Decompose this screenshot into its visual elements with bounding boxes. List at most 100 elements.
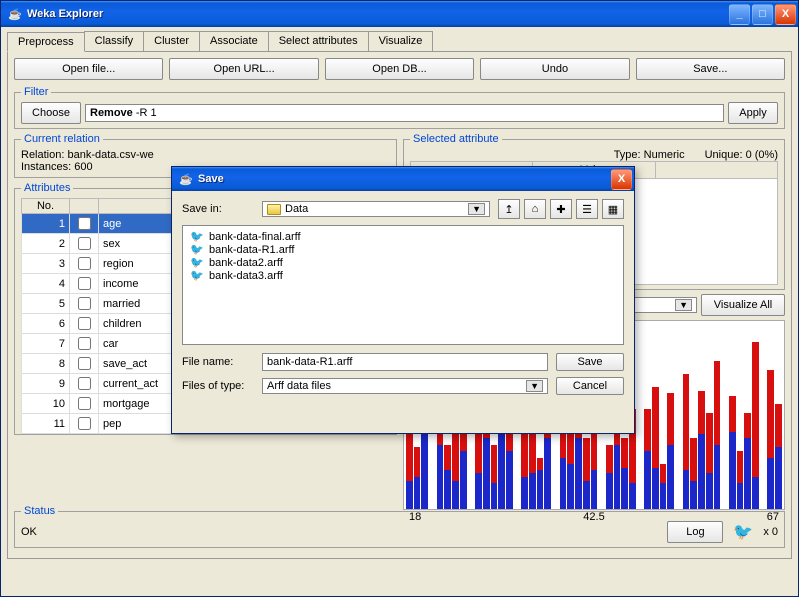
attr-checkbox-cell	[70, 294, 99, 314]
attr-checkbox-cell	[70, 234, 99, 254]
chevron-down-icon: ▼	[526, 380, 543, 392]
status-area: Status OK Log 🐦 x 0	[14, 505, 785, 552]
list-view-button[interactable]: ☰	[576, 199, 598, 219]
attr-no: 5	[22, 294, 70, 314]
tab-associate[interactable]: Associate	[199, 31, 269, 51]
log-button[interactable]: Log	[667, 521, 723, 543]
dialog-close-button[interactable]: X	[611, 169, 632, 190]
undo-button[interactable]: Undo	[480, 58, 629, 80]
tab-cluster[interactable]: Cluster	[143, 31, 200, 51]
attr-checkbox[interactable]	[78, 377, 91, 390]
status-legend: Status	[21, 505, 58, 517]
histogram-bar	[752, 342, 759, 509]
home-button[interactable]: ⌂	[524, 199, 546, 219]
attr-no: 6	[22, 314, 70, 334]
dialog-icon-bar: ↥ ⌂ ✚ ☰ ▦	[498, 199, 624, 219]
main-titlebar: ☕ Weka Explorer _ □ X	[1, 1, 798, 27]
histogram-bar	[652, 387, 659, 509]
attr-checkbox[interactable]	[78, 337, 91, 350]
attr-checkbox-cell	[70, 214, 99, 234]
new-folder-button[interactable]: ✚	[550, 199, 572, 219]
attr-checkbox[interactable]	[78, 397, 91, 410]
dialog-save-button[interactable]: Save	[556, 353, 624, 371]
tab-select-attributes[interactable]: Select attributes	[268, 31, 369, 51]
attributes-legend: Attributes	[21, 182, 73, 194]
file-item-label: bank-data-R1.arff	[209, 244, 294, 256]
attr-checkbox[interactable]	[78, 217, 91, 230]
minimize-button[interactable]: _	[729, 4, 750, 25]
attr-checkbox[interactable]	[78, 257, 91, 270]
tab-visualize[interactable]: Visualize	[368, 31, 434, 51]
save-in-label: Save in:	[182, 203, 254, 215]
histogram-bar	[744, 413, 751, 509]
visualize-all-button[interactable]: Visualize All	[701, 294, 785, 316]
col-check	[70, 199, 99, 214]
attr-checkbox-cell	[70, 414, 99, 434]
open-db-button[interactable]: Open DB...	[325, 58, 474, 80]
chevron-down-icon: ▼	[675, 299, 692, 311]
histogram-bar	[475, 434, 482, 509]
attr-no: 10	[22, 394, 70, 414]
up-folder-icon: ↥	[504, 203, 513, 216]
maximize-button[interactable]: □	[752, 4, 773, 25]
arff-file-icon: 🐦	[189, 256, 205, 269]
attr-no: 3	[22, 254, 70, 274]
tab-classify[interactable]: Classify	[84, 31, 145, 51]
attr-no: 2	[22, 234, 70, 254]
attr-checkbox-cell	[70, 374, 99, 394]
action-button-row: Open file... Open URL... Open DB... Undo…	[14, 58, 785, 80]
attr-checkbox[interactable]	[78, 357, 91, 370]
close-button[interactable]: X	[775, 4, 796, 25]
status-count: x 0	[763, 526, 778, 538]
dialog-body: Save in: Data ▼ ↥ ⌂ ✚ ☰ ▦ 🐦bank-data-fin…	[172, 191, 634, 409]
attr-checkbox[interactable]	[78, 297, 91, 310]
details-view-button[interactable]: ▦	[602, 199, 624, 219]
file-type-value: Arff data files	[267, 380, 331, 392]
attr-checkbox[interactable]	[78, 417, 91, 430]
file-type-combo[interactable]: Arff data files ▼	[262, 378, 548, 394]
histogram-bar	[698, 391, 705, 509]
histogram-bar	[521, 429, 528, 509]
filter-group: Filter Choose Remove -R 1 Apply	[14, 86, 785, 129]
file-name-label: File name:	[182, 356, 254, 368]
filter-apply-button[interactable]: Apply	[728, 102, 778, 124]
filter-legend: Filter	[21, 86, 51, 98]
instances-value: 600	[74, 161, 92, 173]
histogram-bar	[767, 370, 774, 509]
save-button[interactable]: Save...	[636, 58, 785, 80]
attr-checkbox[interactable]	[78, 237, 91, 250]
file-name-input[interactable]	[262, 353, 548, 371]
file-list[interactable]: 🐦bank-data-final.arff🐦bank-data-R1.arff🐦…	[182, 225, 624, 345]
file-item-label: bank-data2.arff	[209, 257, 283, 269]
file-type-label: Files of type:	[182, 380, 254, 392]
attr-checkbox[interactable]	[78, 277, 91, 290]
file-item[interactable]: 🐦 bank-data2.arff	[187, 256, 619, 269]
weka-bird-icon: 🐦	[733, 522, 753, 542]
file-item[interactable]: 🐦bank-data3.arff	[187, 269, 619, 282]
folder-icon	[267, 204, 281, 215]
folder-combo[interactable]: Data ▼	[262, 201, 490, 217]
histogram-bar	[606, 445, 613, 509]
filter-expression[interactable]: Remove -R 1	[85, 104, 724, 122]
dialog-cancel-button[interactable]: Cancel	[556, 377, 624, 395]
col-no: No.	[22, 199, 70, 214]
file-item[interactable]: 🐦bank-data-R1.arff	[187, 243, 619, 256]
tab-preprocess[interactable]: Preprocess	[7, 32, 85, 52]
histogram-bar	[706, 413, 713, 509]
histogram-bar	[452, 429, 459, 509]
histogram-bar	[567, 429, 574, 509]
attr-no: 7	[22, 334, 70, 354]
chevron-down-icon: ▼	[468, 203, 485, 215]
folder-value: Data	[285, 203, 308, 215]
attr-no: 8	[22, 354, 70, 374]
file-item[interactable]: 🐦bank-data-final.arff	[187, 230, 619, 243]
attr-no: 9	[22, 374, 70, 394]
open-url-button[interactable]: Open URL...	[169, 58, 318, 80]
dialog-title: Save	[198, 173, 609, 185]
selected-attribute-legend: Selected attribute	[410, 133, 502, 145]
filter-choose-button[interactable]: Choose	[21, 102, 81, 124]
up-folder-button[interactable]: ↥	[498, 199, 520, 219]
open-file-button[interactable]: Open file...	[14, 58, 163, 80]
attr-checkbox[interactable]	[78, 317, 91, 330]
status-group: Status OK Log 🐦 x 0	[14, 505, 785, 548]
